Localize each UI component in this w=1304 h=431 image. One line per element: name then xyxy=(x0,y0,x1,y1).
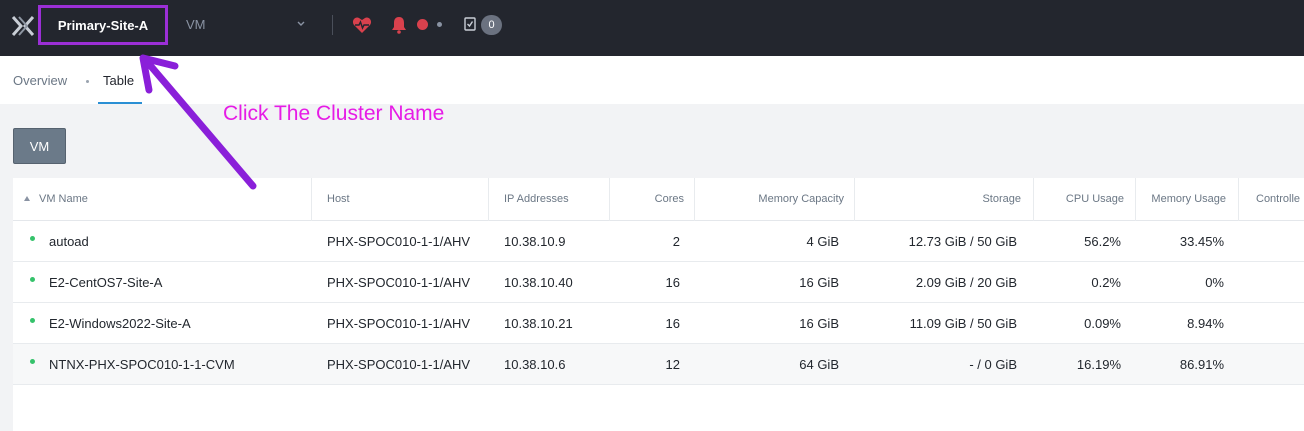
storage-value: 11.09 GiB / 50 GiB xyxy=(909,316,1017,331)
ip-address: 10.38.10.6 xyxy=(504,357,566,372)
column-divider[interactable] xyxy=(854,178,855,221)
cpu-usage-value: 56.2% xyxy=(1084,234,1121,249)
column-header-cpu-usage[interactable]: CPU Usage xyxy=(1066,193,1124,205)
tasks-checklist-icon[interactable] xyxy=(464,17,476,31)
memory-capacity-value: 4 GiB xyxy=(806,234,839,249)
cores-value: 12 xyxy=(665,357,680,372)
tab-overview[interactable]: Overview xyxy=(13,73,67,88)
memory-capacity-value: 16 GiB xyxy=(799,275,839,290)
column-divider[interactable] xyxy=(1135,178,1136,221)
top-navigation-bar: Primary-Site-A VM 0 xyxy=(0,0,1304,56)
tab-separator xyxy=(86,80,89,83)
column-header-cores[interactable]: Cores xyxy=(655,193,684,205)
cores-value: 2 xyxy=(672,234,680,249)
vm-power-on-status-icon xyxy=(30,277,35,282)
column-header-host[interactable]: Host xyxy=(327,193,350,205)
warning-alert-indicator[interactable] xyxy=(437,22,442,27)
storage-value: 12.73 GiB / 50 GiB xyxy=(908,234,1017,249)
toolbar-divider xyxy=(332,15,333,35)
table-row[interactable]: NTNX-PHX-SPOC010-1-1-CVM PHX-SPOC010-1-1… xyxy=(13,344,1304,385)
cpu-usage-value: 16.19% xyxy=(1076,357,1121,372)
cores-value: 16 xyxy=(665,275,680,290)
column-header-vm-name[interactable]: VM Name xyxy=(39,193,88,205)
vm-name-link[interactable]: autoad xyxy=(49,234,89,249)
ip-address: 10.38.10.40 xyxy=(504,275,573,290)
column-header-ip-addresses[interactable]: IP Addresses xyxy=(504,193,569,205)
memory-capacity-value: 16 GiB xyxy=(799,316,839,331)
storage-value: - / 0 GiB xyxy=(969,357,1017,372)
cpu-usage-value: 0.09% xyxy=(1084,316,1121,331)
table-row[interactable]: E2-CentOS7-Site-A PHX-SPOC010-1-1/AHV 10… xyxy=(13,262,1304,303)
chevron-down-icon xyxy=(297,21,305,26)
memory-usage-value: 0% xyxy=(1205,275,1224,290)
vm-power-on-status-icon xyxy=(30,359,35,364)
column-divider[interactable] xyxy=(1033,178,1034,221)
column-header-controller[interactable]: Controlle xyxy=(1256,193,1300,205)
health-heart-icon[interactable] xyxy=(352,16,372,34)
vm-power-on-status-icon xyxy=(30,236,35,241)
vm-name-link[interactable]: NTNX-PHX-SPOC010-1-1-CVM xyxy=(49,357,235,372)
task-count-badge[interactable]: 0 xyxy=(481,15,502,35)
sort-ascending-icon[interactable] xyxy=(24,196,30,201)
table-row[interactable]: autoad PHX-SPOC010-1-1/AHV 10.38.10.9 2 … xyxy=(13,221,1304,262)
cluster-name-button[interactable]: Primary-Site-A xyxy=(38,5,168,45)
column-divider[interactable] xyxy=(1238,178,1239,221)
cpu-usage-value: 0.2% xyxy=(1091,275,1121,290)
column-divider[interactable] xyxy=(488,178,489,221)
host-link[interactable]: PHX-SPOC010-1-1/AHV xyxy=(327,234,470,249)
vm-name-link[interactable]: E2-Windows2022-Site-A xyxy=(49,316,191,331)
column-divider[interactable] xyxy=(694,178,695,221)
entity-type-dropdown[interactable]: VM xyxy=(186,17,306,35)
column-header-storage[interactable]: Storage xyxy=(982,193,1021,205)
ip-address: 10.38.10.21 xyxy=(504,316,573,331)
tab-table[interactable]: Table xyxy=(103,73,134,88)
cores-value: 16 xyxy=(665,316,680,331)
column-divider[interactable] xyxy=(609,178,610,221)
vm-table: VM Name Host IP Addresses Cores Memory C… xyxy=(13,178,1304,431)
host-link[interactable]: PHX-SPOC010-1-1/AHV xyxy=(327,357,470,372)
entity-type-value: VM xyxy=(186,17,206,32)
critical-alert-indicator[interactable] xyxy=(417,19,428,30)
memory-usage-value: 33.45% xyxy=(1179,234,1224,249)
memory-capacity-value: 64 GiB xyxy=(799,357,839,372)
column-header-memory-usage[interactable]: Memory Usage xyxy=(1151,193,1226,205)
vm-name-link[interactable]: E2-CentOS7-Site-A xyxy=(49,275,162,290)
nutanix-x-logo-icon[interactable] xyxy=(11,14,35,38)
host-link[interactable]: PHX-SPOC010-1-1/AHV xyxy=(327,316,470,331)
column-divider[interactable] xyxy=(311,178,312,221)
storage-value: 2.09 GiB / 20 GiB xyxy=(915,275,1017,290)
vm-entity-button[interactable]: VM xyxy=(13,128,66,164)
table-row[interactable]: E2-Windows2022-Site-A PHX-SPOC010-1-1/AH… xyxy=(13,303,1304,344)
alert-bell-icon[interactable] xyxy=(391,16,407,34)
ip-address: 10.38.10.9 xyxy=(504,234,566,249)
memory-usage-value: 8.94% xyxy=(1187,316,1224,331)
vm-power-on-status-icon xyxy=(30,318,35,323)
column-header-memory-capacity[interactable]: Memory Capacity xyxy=(758,193,844,205)
annotation-instruction-text: Click The Cluster Name xyxy=(223,102,445,125)
host-link[interactable]: PHX-SPOC010-1-1/AHV xyxy=(327,275,470,290)
memory-usage-value: 86.91% xyxy=(1179,357,1224,372)
